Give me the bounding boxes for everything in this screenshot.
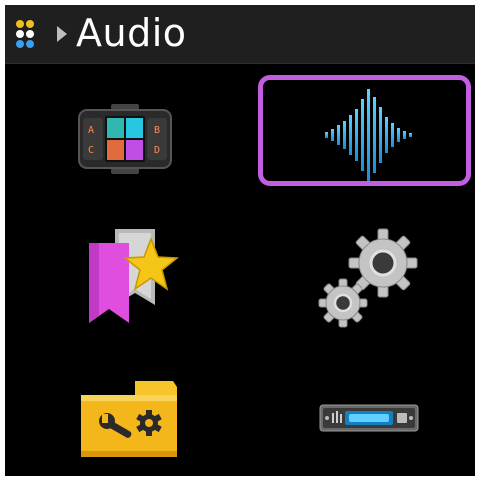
gears-icon <box>317 225 421 329</box>
abcd-mixer-icon: A C B D <box>75 100 175 180</box>
bookmark-star-icon <box>85 227 181 327</box>
audio-menu-screen: Audio A C B D <box>5 5 475 476</box>
header-bar: Audio <box>5 5 475 64</box>
menu-item-waveform[interactable] <box>323 85 415 185</box>
svg-text:D: D <box>154 145 160 156</box>
menu-item-presets[interactable] <box>85 227 181 327</box>
menu-item-settings[interactable] <box>317 225 421 329</box>
waveform-icon <box>323 85 415 185</box>
folder-tools-icon <box>79 377 179 459</box>
page-title: Audio <box>76 11 187 55</box>
rack-device-icon <box>319 403 419 433</box>
svg-text:C: C <box>88 145 94 156</box>
menu-item-abcd-mixer[interactable]: A C B D <box>75 100 175 180</box>
breadcrumb-arrow-icon <box>56 25 68 43</box>
menu-item-tools-folder[interactable] <box>79 377 179 459</box>
svg-text:B: B <box>154 125 160 136</box>
apps-grid-icon[interactable] <box>15 19 45 49</box>
svg-text:A: A <box>88 125 94 136</box>
menu-item-device[interactable] <box>319 403 419 433</box>
